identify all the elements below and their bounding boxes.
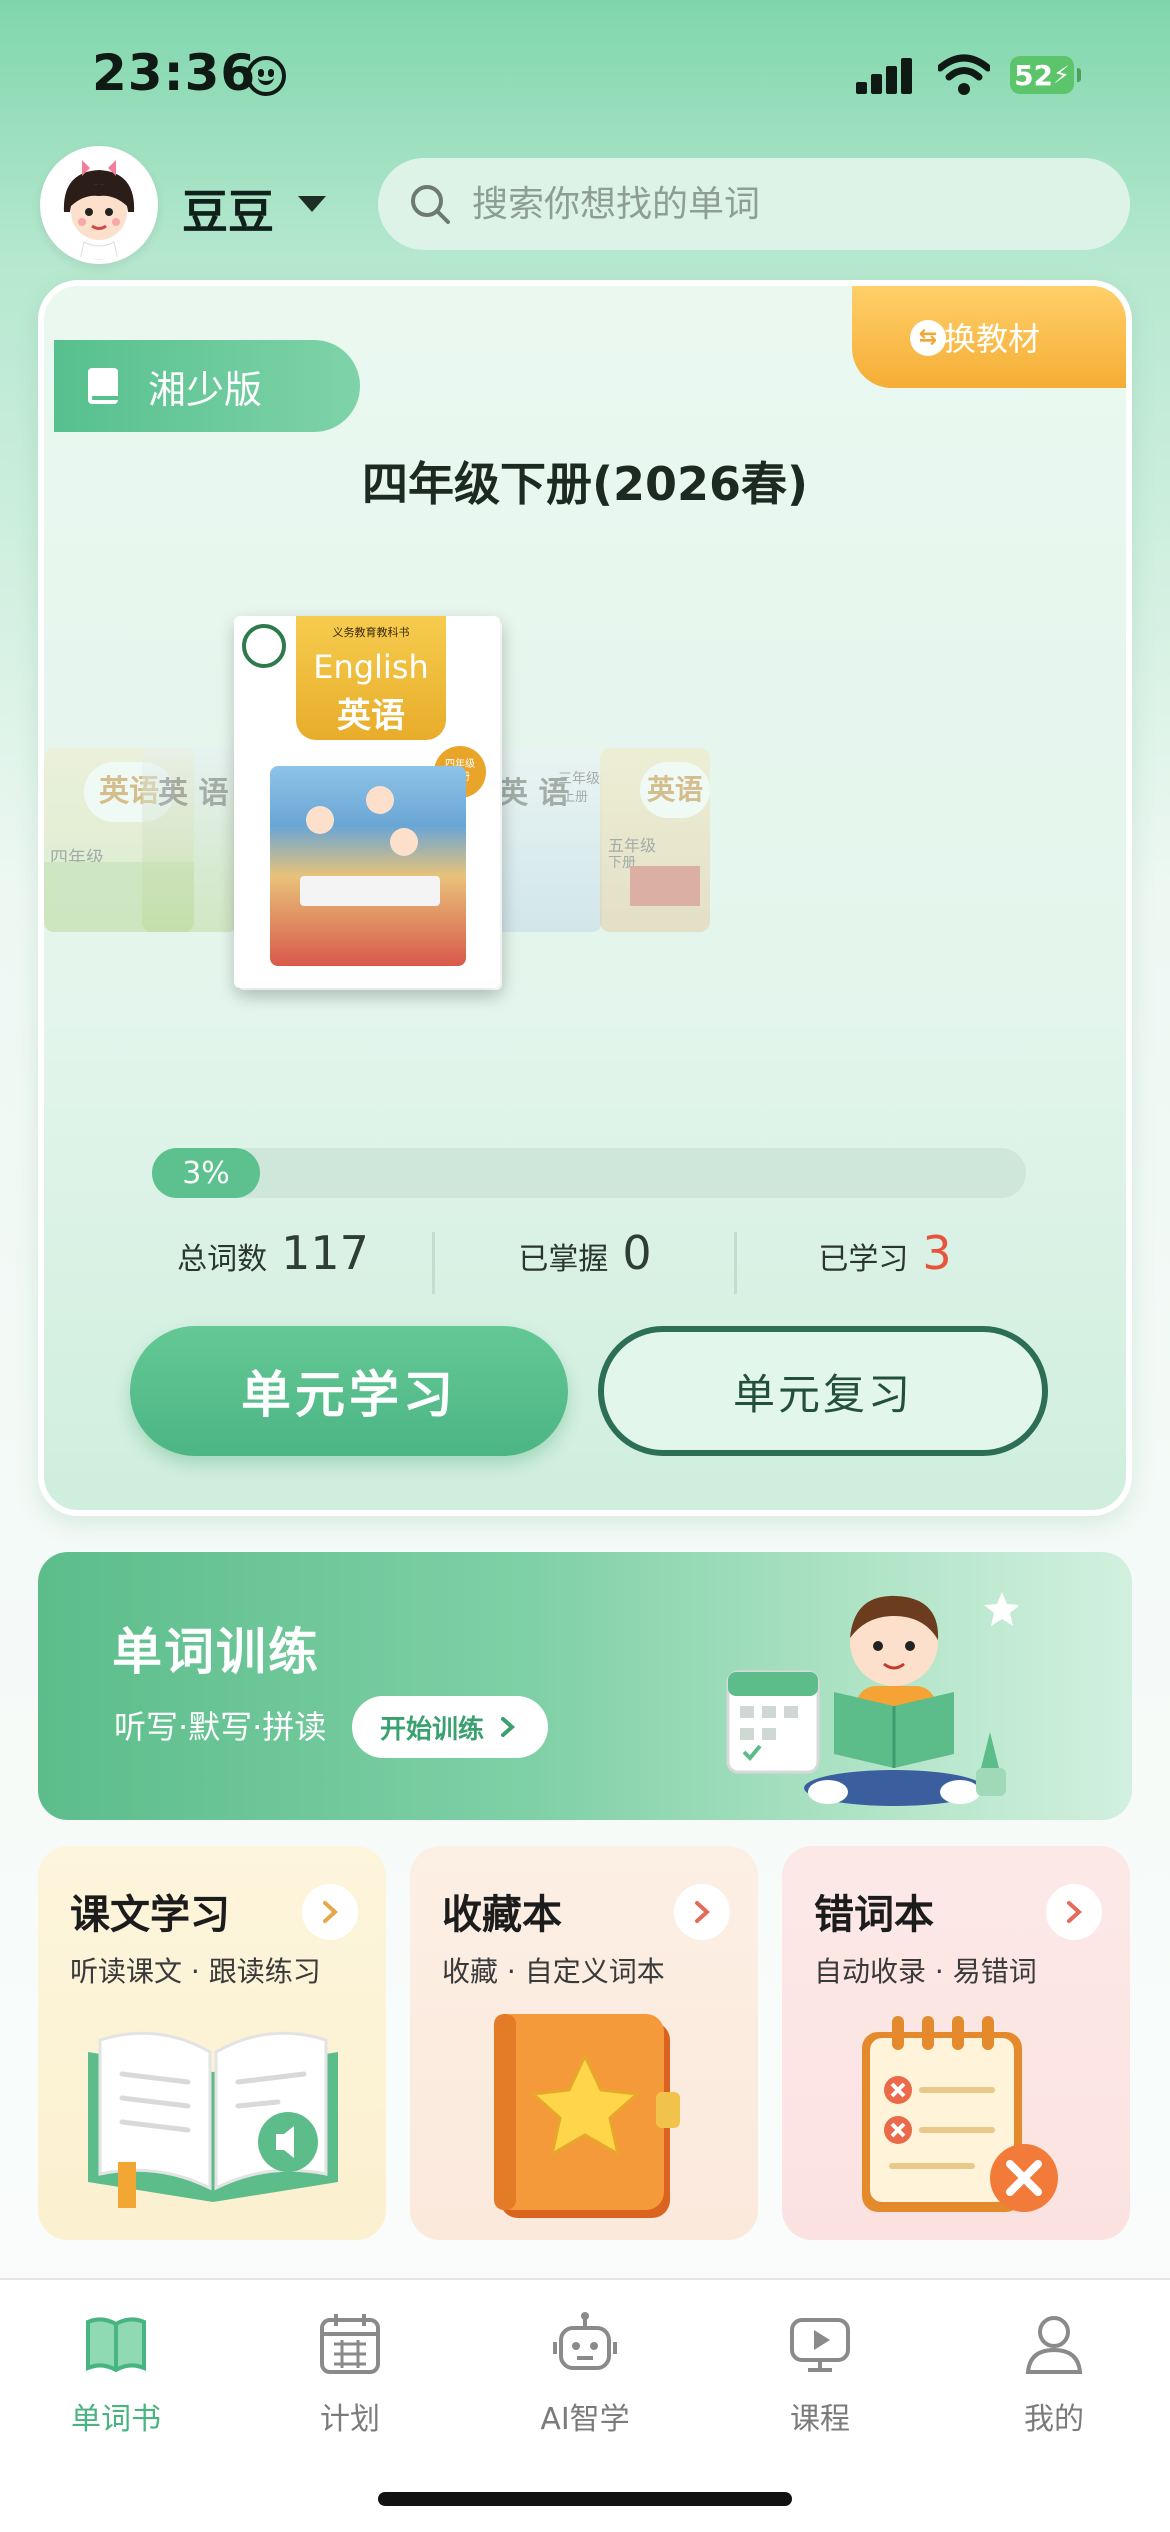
start-training-button[interactable]: 开始训练 [352, 1696, 548, 1758]
cover-series: 义务教育教科书 [332, 626, 410, 639]
switch-textbook-button[interactable]: ⇆ 切换教材 [852, 286, 1126, 388]
text-study-arrow[interactable] [302, 1884, 358, 1940]
stat-mastered: 已掌握 0 [420, 1226, 750, 1306]
status-time: 23:36 [92, 44, 257, 102]
girl-avatar-icon [44, 150, 154, 260]
favorites-card[interactable]: 收藏本 收藏 · 自定义词本 [410, 1846, 758, 2240]
side-cover-3-term: 上册 [562, 790, 589, 805]
text-study-card[interactable]: 课文学习 听读课文 · 跟读练习 [38, 1846, 386, 2240]
mistakes-title: 错词本 [814, 1892, 934, 1938]
chevron-right-icon [1067, 1901, 1082, 1923]
stat-learned-label: 已学习 [818, 1242, 909, 1277]
star-notebook-icon [494, 2014, 680, 2218]
user-name[interactable]: 豆豆 [182, 176, 274, 242]
tab-profile[interactable]: 我的 [974, 2296, 1134, 2437]
wifi-icon [938, 54, 990, 95]
home-indicator[interactable] [378, 2492, 792, 2506]
side-cover-2[interactable]: 英 语 [142, 748, 238, 932]
mistakes-subtitle: 自动收录 · 易错词 [814, 1955, 1037, 1988]
search-input[interactable] [472, 183, 1092, 225]
chevron-right-icon [323, 1901, 338, 1923]
stat-total: 总词数 117 [108, 1226, 438, 1306]
tab-courses-label: 课程 [790, 2402, 850, 2437]
battery-indicator: 52 ⚡ [1010, 56, 1081, 94]
tab-ai-learning-label: AI智学 [540, 2402, 630, 2437]
search-bar[interactable] [378, 158, 1130, 250]
favorites-subtitle: 收藏 · 自定义词本 [442, 1955, 665, 1988]
mistakes-card[interactable]: 错词本 自动收录 · 易错词 [782, 1846, 1130, 2240]
cover-title-en: English [313, 648, 429, 686]
chevron-right-icon [695, 1901, 710, 1923]
progress-fill: 3% [152, 1148, 260, 1198]
text-study-subtitle: 听读课文 · 跟读练习 [70, 1955, 321, 1988]
smiley-icon [246, 56, 286, 96]
stat-learned: 已学习 3 [720, 1226, 1050, 1306]
unit-review-button[interactable]: 单元复习 [598, 1326, 1048, 1456]
cover-seal-icon [242, 624, 286, 668]
tab-profile-label: 我的 [1024, 2402, 1084, 2437]
stat-total-label: 总词数 [177, 1242, 268, 1277]
favorites-title: 收藏本 [442, 1892, 562, 1938]
learning-progress-bar: 3% [152, 1148, 1026, 1198]
battery-level: 52 [1014, 58, 1054, 92]
tab-plan[interactable]: 计划 [270, 2296, 430, 2437]
unit-study-button[interactable]: 单元学习 [130, 1326, 568, 1456]
side-cover-3-grade: 三年级 [558, 771, 600, 787]
mistakes-arrow[interactable] [1046, 1884, 1102, 1940]
cover-title-cn: 英语 [337, 696, 405, 736]
cover-illustration [270, 766, 466, 966]
edition-badge: 湘少版 [54, 340, 360, 432]
book-icon [86, 2317, 146, 2373]
robot-icon [553, 2312, 617, 2370]
side-cover-3[interactable]: 英 语 三年级 上册 [492, 748, 602, 932]
edition-label: 湘少版 [148, 367, 263, 412]
progress-label: 3% [182, 1155, 230, 1191]
textbook-card: 湘少版 ⇆ 切换教材 四年级下册(2026春) 英语 四年级 英 语 英 语 三… [38, 280, 1132, 1516]
side-cover-4-title: 英语 [640, 762, 710, 818]
training-title: 单词训练 [112, 1623, 320, 1681]
signal-icon [856, 58, 914, 94]
text-study-title: 课文学习 [70, 1892, 230, 1938]
book-icon [88, 368, 118, 404]
calendar-icon [320, 2314, 380, 2374]
side-cover-4[interactable]: 英语 五年级 下册 [600, 748, 710, 932]
swap-icon: ⇆ [910, 320, 946, 356]
user-icon [1025, 2316, 1083, 2374]
boy-reading-illustration [726, 1592, 1018, 1806]
training-subtitle: 听写·默写·拼读 [114, 1708, 327, 1746]
avatar[interactable] [40, 146, 158, 264]
tab-ai-learning[interactable]: AI智学 [505, 2296, 665, 2437]
stat-total-value: 117 [281, 1226, 369, 1280]
stat-mastered-value: 0 [622, 1226, 652, 1280]
tab-wordbook[interactable]: 单词书 [36, 2296, 196, 2437]
favorites-arrow[interactable] [674, 1884, 730, 1940]
textbook-cover-main[interactable]: 义务教育教科书 English 英语 四年级下册 [234, 616, 500, 988]
chevron-right-icon [501, 1717, 516, 1737]
video-icon [790, 2318, 850, 2372]
chevron-down-icon[interactable] [298, 196, 326, 212]
search-icon [411, 185, 450, 224]
tab-courses[interactable]: 课程 [740, 2296, 900, 2437]
word-training-banner[interactable]: 单词训练 听写·默写·拼读 开始训练 [38, 1552, 1132, 1820]
start-training-label: 开始训练 [380, 1714, 485, 1745]
stat-mastered-label: 已掌握 [518, 1242, 609, 1277]
tab-plan-label: 计划 [320, 2402, 380, 2437]
side-cover-2-title: 英 语 [158, 776, 229, 811]
stat-learned-value: 3 [922, 1226, 952, 1280]
open-book-speaker-icon [88, 2031, 338, 2208]
tab-wordbook-label: 单词书 [71, 2402, 161, 2437]
grade-title: 四年级下册(2026春) [361, 457, 809, 511]
error-notebook-icon [862, 2016, 1058, 2212]
